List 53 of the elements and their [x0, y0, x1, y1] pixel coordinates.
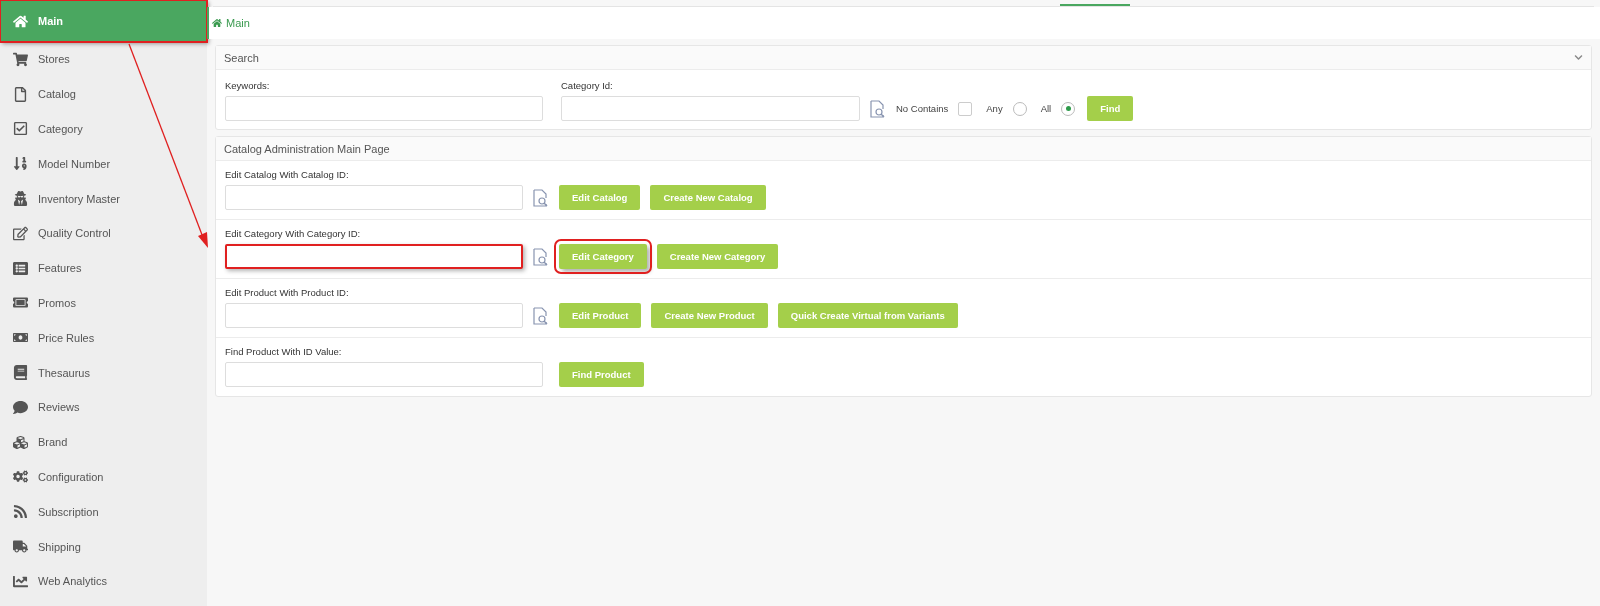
document-search-icon[interactable] — [533, 306, 549, 325]
sidebar-item[interactable]: Category — [0, 111, 207, 147]
document-search-icon[interactable] — [533, 247, 549, 266]
speech-bubble-icon — [12, 399, 28, 416]
radio-label: All — [1040, 103, 1052, 114]
line-chart-icon — [12, 573, 28, 590]
sidebar-item[interactable]: Web Analytics — [0, 563, 207, 599]
sidebar-item[interactable]: Thesaurus — [0, 355, 207, 390]
sidebar-item[interactable]: Shipping — [0, 529, 207, 564]
book-icon — [12, 364, 28, 381]
field-label: Edit Category With Category ID: — [225, 228, 362, 239]
person-icon — [12, 190, 28, 207]
collapse-chevron-icon[interactable] — [1574, 53, 1583, 62]
panel-title: Search — [224, 51, 259, 64]
no-contains-checkbox[interactable] — [958, 101, 973, 116]
field-label: Edit Product With Product ID: — [225, 287, 350, 298]
field-label: Keywords: — [225, 80, 271, 91]
sidebar-item[interactable]: Quality Control — [0, 216, 207, 251]
document-search-icon[interactable] — [533, 188, 549, 207]
sidebar-item[interactable]: Catalog — [0, 76, 207, 112]
checkbox-label: No Contains — [896, 103, 949, 114]
list-icon — [12, 260, 28, 277]
home-icon — [212, 18, 222, 28]
sidebar-item[interactable]: Price Rules — [0, 320, 207, 356]
sidebar-item[interactable]: Promos — [0, 285, 207, 321]
field-label: Find Product With ID Value: — [225, 346, 343, 357]
sidebar-item[interactable]: Brand — [0, 424, 207, 460]
cubes-icon — [12, 434, 28, 451]
sidebar-item[interactable]: Inventory Master — [0, 181, 207, 216]
sidebar-item[interactable]: Reviews — [0, 389, 207, 425]
sidebar-item[interactable]: Stores — [0, 42, 207, 77]
cart-icon — [12, 51, 28, 68]
field-label: Edit Catalog With Catalog ID: — [225, 169, 350, 180]
category-id-field[interactable] — [561, 96, 860, 121]
sidebar-item[interactable]: Model Number — [0, 146, 207, 182]
home-icon — [12, 13, 28, 29]
field-label: Category Id: — [561, 80, 614, 91]
keywords-field[interactable] — [225, 96, 543, 121]
file-icon — [12, 86, 28, 103]
document-search-icon[interactable] — [870, 99, 886, 118]
truck-icon — [12, 538, 28, 555]
sidebar-item[interactable]: Features — [0, 250, 207, 286]
edit-icon — [12, 225, 28, 242]
number-sort-icon — [12, 155, 28, 172]
panel-title: Catalog Administration Main Page — [224, 142, 390, 155]
radio-label: Any — [986, 103, 1003, 114]
gears-icon — [12, 468, 28, 485]
rss-icon — [12, 503, 28, 520]
sidebar-item[interactable]: Configuration — [0, 459, 207, 495]
id-field[interactable] — [225, 244, 523, 269]
sidebar-item[interactable]: Subscription — [0, 494, 207, 530]
breadcrumb-link[interactable]: Main — [226, 17, 250, 29]
checkbox-icon — [12, 121, 28, 137]
